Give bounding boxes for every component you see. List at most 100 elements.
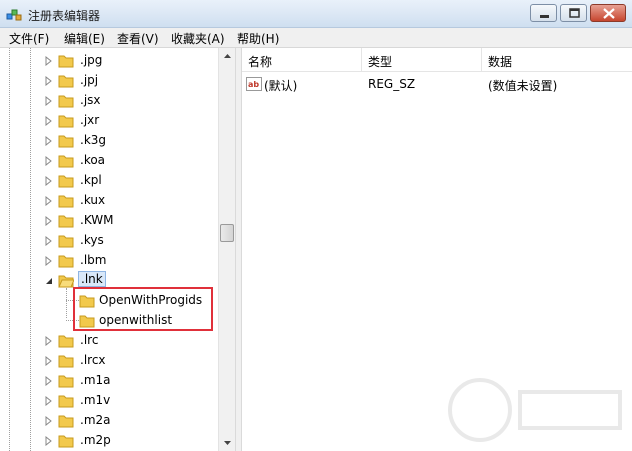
scroll-down-arrow-icon[interactable] [219, 434, 236, 451]
tree-item-label: .kpl [80, 173, 102, 187]
folder-icon [58, 172, 74, 188]
expand-arrow-icon[interactable] [44, 435, 54, 447]
tree-item-label: .kys [80, 233, 104, 247]
tree-item-label: .lbm [80, 253, 107, 267]
tree-item-label: .kux [80, 193, 106, 207]
string-value-icon: ab [246, 76, 262, 92]
tree-item-m1v[interactable]: .m1v [0, 390, 220, 410]
column-header-label: 名称 [248, 55, 273, 69]
tree-item-m2a[interactable]: .m2a [0, 410, 220, 430]
folder-icon [58, 192, 74, 208]
value-data: (数值未设置) [488, 79, 558, 93]
menu-favorites[interactable]: 收藏夹(A) [171, 30, 225, 47]
tree-item-label: .m2p [80, 433, 111, 447]
menu-help[interactable]: 帮助(H) [237, 30, 279, 47]
tree-item-jxr[interactable]: .jxr [0, 110, 220, 130]
expand-arrow-icon[interactable] [44, 95, 54, 107]
folder-icon [58, 92, 74, 108]
tree-item-label: .KWM [80, 213, 114, 227]
tree-item-kwm[interactable]: .KWM [0, 210, 220, 230]
scroll-thumb[interactable] [220, 224, 234, 242]
collapse-arrow-icon[interactable] [44, 275, 54, 285]
tree-item-koa[interactable]: .koa [0, 150, 220, 170]
folder-icon [58, 392, 74, 408]
folder-icon [58, 232, 74, 248]
tree-item-jpg[interactable]: .jpg [0, 50, 220, 70]
minimize-button[interactable] [530, 4, 557, 22]
folder-icon [58, 252, 74, 268]
value-name: (默认) [264, 79, 298, 93]
folder-icon [58, 72, 74, 88]
window-title: 注册表编辑器 [28, 9, 101, 23]
expand-arrow-icon[interactable] [44, 235, 54, 247]
folder-icon [58, 212, 74, 228]
registry-tree[interactable]: .jpg .jpj .jsx .jxr .k3g .koa .kpl .kux [0, 48, 236, 451]
tree-item-kpl[interactable]: .kpl [0, 170, 220, 190]
expand-arrow-icon[interactable] [44, 355, 54, 367]
menu-file[interactable]: 文件(F) [9, 30, 49, 47]
tree-item-label: .m1v [80, 393, 111, 407]
tree-item-label: .lrcx [80, 353, 106, 367]
column-header-label: 类型 [368, 55, 393, 69]
tree-item-label: .koa [80, 153, 106, 167]
tree-item-kux[interactable]: .kux [0, 190, 220, 210]
expand-arrow-icon[interactable] [44, 155, 54, 167]
tree-item-kys[interactable]: .kys [0, 230, 220, 250]
tree-item-jsx[interactable]: .jsx [0, 90, 220, 110]
column-header-data[interactable]: 数据 [482, 48, 632, 72]
pane-splitter[interactable] [235, 48, 242, 451]
folder-icon [58, 412, 74, 428]
title-bar: 注册表编辑器 [0, 0, 632, 28]
scroll-up-arrow-icon[interactable] [219, 48, 236, 65]
expand-arrow-icon[interactable] [44, 395, 54, 407]
expand-arrow-icon[interactable] [44, 195, 54, 207]
tree-item-lbm[interactable]: .lbm [0, 250, 220, 270]
expand-arrow-icon[interactable] [44, 375, 54, 387]
folder-open-icon [58, 272, 75, 288]
expand-arrow-icon[interactable] [44, 55, 54, 67]
value-type: REG_SZ [368, 77, 416, 91]
maximize-button[interactable] [560, 4, 587, 22]
tree-item-m2p[interactable]: .m2p [0, 430, 220, 450]
tree-item-label: .m2a [80, 413, 111, 427]
expand-arrow-icon[interactable] [44, 335, 54, 347]
expand-arrow-icon[interactable] [44, 75, 54, 87]
list-item[interactable]: ab (默认) REG_SZ (数值未设置) [242, 74, 632, 94]
folder-icon [58, 352, 74, 368]
tree-item-k3g[interactable]: .k3g [0, 130, 220, 150]
tree-item-label: .jpg [80, 53, 103, 67]
expand-arrow-icon[interactable] [44, 415, 54, 427]
close-button[interactable] [590, 4, 626, 22]
menu-edit[interactable]: 编辑(E) [64, 30, 105, 47]
tree-item-label: .jsx [80, 93, 101, 107]
expand-arrow-icon[interactable] [44, 175, 54, 187]
tree-item-m1a[interactable]: .m1a [0, 370, 220, 390]
folder-icon [58, 332, 74, 348]
svg-text:ab: ab [248, 80, 259, 89]
folder-icon [58, 112, 74, 128]
column-header-label: 数据 [488, 55, 513, 69]
folder-icon [58, 372, 74, 388]
expand-arrow-icon[interactable] [44, 115, 54, 127]
folder-icon [58, 52, 74, 68]
menu-bar: 文件(F) 编辑(E) 查看(V) 收藏夹(A) 帮助(H) [0, 28, 632, 48]
tree-item-label-selected: .lnk [78, 271, 106, 287]
highlight-annotation-box [73, 287, 213, 331]
tree-item-label: .lrc [80, 333, 99, 347]
tree-item-label: .k3g [80, 133, 107, 147]
expand-arrow-icon[interactable] [44, 215, 54, 227]
tree-item-lrc[interactable]: .lrc [0, 330, 220, 350]
expand-arrow-icon[interactable] [44, 255, 54, 267]
column-header-name[interactable]: 名称 [242, 48, 362, 72]
column-header-type[interactable]: 类型 [362, 48, 482, 72]
tree-item-lrcx[interactable]: .lrcx [0, 350, 220, 370]
expand-arrow-icon[interactable] [44, 135, 54, 147]
menu-view[interactable]: 查看(V) [117, 30, 159, 47]
tree-item-jpj[interactable]: .jpj [0, 70, 220, 90]
tree-scrollbar[interactable] [218, 48, 235, 451]
tree-item-label: .jxr [80, 113, 100, 127]
tree-item-label: .m1a [80, 373, 111, 387]
folder-icon [58, 432, 74, 448]
folder-icon [58, 132, 74, 148]
folder-icon [58, 152, 74, 168]
